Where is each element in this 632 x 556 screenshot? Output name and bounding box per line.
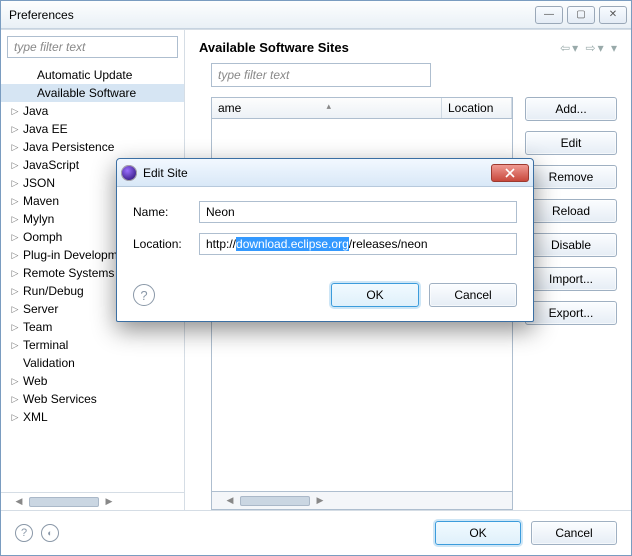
maximize-button[interactable]: ▢ [567, 6, 595, 24]
sort-indicator-icon: ▴ [327, 101, 332, 112]
expand-icon[interactable]: ▷ [9, 105, 21, 117]
name-label: Name: [133, 205, 191, 219]
tree-item-label: Java EE [23, 122, 68, 136]
tree-item[interactable]: Automatic Update [1, 66, 184, 84]
expand-icon[interactable]: ▷ [9, 159, 21, 171]
export-button[interactable]: Export... [525, 301, 617, 325]
tree-item-label: Available Software [37, 86, 136, 100]
tree-item-label: Validation [23, 356, 75, 370]
dialog-close-button[interactable] [491, 164, 529, 182]
tree-filter-input[interactable]: type filter text [7, 36, 178, 58]
close-button[interactable]: ✕ [599, 6, 627, 24]
window-title: Preferences [5, 8, 535, 22]
tree-item-label: JavaScript [23, 158, 79, 172]
expand-icon[interactable]: ▷ [9, 411, 21, 423]
edit-button[interactable]: Edit [525, 131, 617, 155]
preferences-footer: ? ◐ OK Cancel [1, 510, 631, 555]
location-input[interactable]: http://download.eclipse.org/releases/neo… [199, 233, 517, 255]
dialog-cancel-button[interactable]: Cancel [429, 283, 517, 307]
expand-icon[interactable]: ▷ [9, 267, 21, 279]
import-button[interactable]: Import... [525, 267, 617, 291]
table-header[interactable]: ame ▴ Location [211, 97, 513, 119]
expand-icon[interactable]: ▷ [9, 213, 21, 225]
eclipse-icon [121, 165, 137, 181]
forward-icon: ⇨ [586, 41, 596, 55]
name-input[interactable] [199, 201, 517, 223]
tree-item-label: Remote Systems [23, 266, 114, 280]
location-label: Location: [133, 237, 191, 251]
tree-item[interactable]: ▷Web Services [1, 390, 184, 408]
expand-icon[interactable]: ▷ [9, 339, 21, 351]
tree-horizontal-scrollbar[interactable]: ◀ ▶ [1, 492, 184, 510]
tree-item[interactable]: ▷Terminal [1, 336, 184, 354]
expand-icon[interactable]: ▷ [9, 285, 21, 297]
expand-icon[interactable]: ▷ [9, 321, 21, 333]
edit-site-dialog: Edit Site Name: Location: http://downloa… [116, 158, 534, 322]
expand-icon[interactable]: ▷ [9, 141, 21, 153]
page-title: Available Software Sites [199, 40, 560, 55]
tree-item-label: Java [23, 104, 48, 118]
tree-item-label: Terminal [23, 338, 68, 352]
expand-icon[interactable]: ▷ [9, 393, 21, 405]
expand-icon[interactable]: ▷ [9, 195, 21, 207]
ok-button[interactable]: OK [435, 521, 521, 545]
tree-item-label: Oomph [23, 230, 62, 244]
tree-item[interactable]: ▷Web [1, 372, 184, 390]
reload-button[interactable]: Reload [525, 199, 617, 223]
remove-button[interactable]: Remove [525, 165, 617, 189]
tree-item[interactable]: ▷Java [1, 102, 184, 120]
tree-item-label: Team [23, 320, 52, 334]
tree-item[interactable]: ▷XML [1, 408, 184, 426]
help-icon[interactable]: ? [15, 524, 33, 542]
minimize-button[interactable]: — [535, 6, 563, 24]
tree-item-label: Java Persistence [23, 140, 114, 154]
tree-item[interactable]: Validation [1, 354, 184, 372]
window-titlebar: Preferences — ▢ ✕ [1, 1, 631, 29]
expand-icon[interactable]: ▷ [9, 375, 21, 387]
expand-icon[interactable] [9, 357, 21, 369]
dialog-ok-button[interactable]: OK [331, 283, 419, 307]
tree-item-label: Server [23, 302, 58, 316]
menu-icon: ▾ [611, 41, 617, 55]
dialog-titlebar[interactable]: Edit Site [117, 159, 533, 187]
expand-icon[interactable]: ▷ [9, 231, 21, 243]
add-button[interactable]: Add... [525, 97, 617, 121]
sites-filter-input[interactable]: type filter text [211, 63, 431, 87]
cancel-button[interactable]: Cancel [531, 521, 617, 545]
tree-item-label: Web [23, 374, 47, 388]
disable-button[interactable]: Disable [525, 233, 617, 257]
tree-item-label: XML [23, 410, 48, 424]
tree-item-label: Run/Debug [23, 284, 84, 298]
tree-item-label: JSON [23, 176, 55, 190]
dialog-help-icon[interactable]: ? [133, 284, 155, 306]
progress-icon[interactable]: ◐ [41, 524, 59, 542]
back-icon: ⇦ [560, 41, 570, 55]
tree-item[interactable]: ▷Java EE [1, 120, 184, 138]
expand-icon[interactable]: ▷ [9, 177, 21, 189]
table-horizontal-scrollbar[interactable]: ◀ ▶ [211, 492, 513, 510]
dialog-title: Edit Site [143, 166, 485, 180]
column-name: ame ▴ [212, 98, 442, 118]
expand-icon[interactable]: ▷ [9, 123, 21, 135]
tree-item[interactable]: Available Software [1, 84, 184, 102]
page-nav-icons[interactable]: ⇦▾ ⇨▾ ▾ [560, 41, 617, 55]
tree-item[interactable]: ▷Java Persistence [1, 138, 184, 156]
tree-item-label: Maven [23, 194, 59, 208]
tree-item-label: Automatic Update [37, 68, 132, 82]
expand-icon[interactable]: ▷ [9, 303, 21, 315]
column-location: Location [442, 98, 512, 118]
tree-item-label: Mylyn [23, 212, 54, 226]
tree-item-label: Web Services [23, 392, 97, 406]
expand-icon[interactable]: ▷ [9, 249, 21, 261]
